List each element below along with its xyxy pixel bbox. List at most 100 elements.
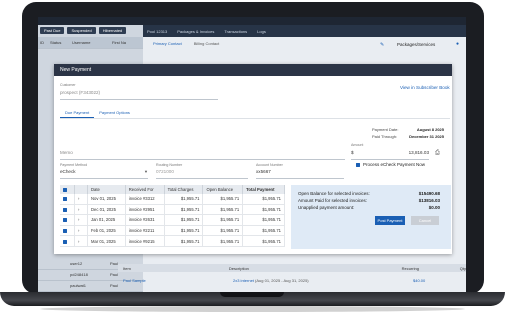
amount-paid-row: Amount Paid for selected invoices: $1381… xyxy=(298,198,440,203)
cell-total-payment[interactable]: $1,955.71 xyxy=(242,235,285,247)
view-subscriber-link[interactable]: View in Subscriber Book xyxy=(400,85,450,90)
cell-received-for: invoice #2211 xyxy=(125,225,165,237)
table-row[interactable]: › Feb 01, 2025 invoice #2211 $1,955.71 $… xyxy=(60,225,285,237)
cell-received-for: invoice #3312 xyxy=(125,194,165,205)
memo-field[interactable]: Memo xyxy=(60,150,345,160)
new-payment-dialog: New Payment Customer prospect (F343022) … xyxy=(54,64,452,254)
amount-value: 13,816.03 xyxy=(408,150,429,155)
package-row[interactable]: Paul Sample 2x3 internet (Aug 01, 2025 -… xyxy=(118,275,466,285)
currency-symbol: $ xyxy=(351,150,354,155)
cell-total-charges: $1,955.71 xyxy=(164,225,204,237)
customer-label: Customer xyxy=(60,83,76,87)
detail-tab-bar: Pool 12313 Packages & Invoices Transacti… xyxy=(143,25,466,37)
amount-label: Amount xyxy=(351,143,364,147)
suspended-button[interactable]: Suspended xyxy=(67,27,96,34)
packages-heading: Packages/Services xyxy=(397,42,436,47)
payment-tabs: Due Payment Payment Options xyxy=(60,108,450,119)
row-checkbox[interactable] xyxy=(60,225,75,237)
account-field[interactable]: xx5667 xyxy=(256,169,344,179)
cancel-button[interactable]: Cancel xyxy=(411,216,439,225)
payment-method-value: eCheck xyxy=(60,169,76,174)
routing-field[interactable]: 0721000 xyxy=(156,169,248,179)
paid-through-label: Paid Through: xyxy=(372,134,398,139)
payment-date-label: Payment Date: xyxy=(372,127,399,132)
cell-total-charges: $1,955.71 xyxy=(164,204,204,216)
calculator-icon[interactable]: ⎙ xyxy=(435,150,440,157)
col-username: Username xyxy=(72,40,91,45)
cell-total-charges: $1,955.71 xyxy=(164,214,204,226)
amount-field[interactable]: $ 13,816.03 xyxy=(351,150,429,160)
payment-summary-panel: Open Balance for selected invoices: $154… xyxy=(291,185,451,249)
cell-total-payment[interactable]: $1,955.71 xyxy=(242,214,285,226)
payment-method-select[interactable]: eCheck ▼ xyxy=(60,169,148,179)
process-echeck-checkbox[interactable]: Process eCheck Payment Now xyxy=(356,162,425,167)
cell-total-payment[interactable]: $1,955.71 xyxy=(242,225,285,237)
tab-billing-contact[interactable]: Billing Contact xyxy=(194,41,220,46)
row-username: user12 xyxy=(70,261,83,266)
add-icon[interactable]: ● xyxy=(456,41,459,47)
app-top-bar xyxy=(38,17,466,25)
row-username: pd248418 xyxy=(70,272,88,277)
col-qty: Qty xyxy=(459,265,466,271)
row-first-name: Paul xyxy=(110,283,119,288)
tab-logs[interactable]: Logs xyxy=(257,29,266,34)
post-payment-button[interactable]: Post Payment xyxy=(375,216,405,225)
tab-payment-options[interactable]: Payment Options xyxy=(94,108,135,118)
cell-date: Mar 01, 2025 xyxy=(87,235,126,247)
chevron-right-icon[interactable]: › xyxy=(74,225,88,237)
chevron-right-icon[interactable]: › xyxy=(74,204,88,216)
col-item: Item xyxy=(123,265,131,271)
row-checkbox[interactable] xyxy=(60,204,75,216)
row-checkbox[interactable] xyxy=(60,194,75,205)
row-first-name: Paul xyxy=(110,272,119,277)
routing-value: 0721000 xyxy=(156,169,174,174)
chevron-right-icon[interactable]: › xyxy=(74,214,88,226)
tab-primary-contact[interactable]: Primary Contact xyxy=(153,41,182,46)
edit-icon[interactable]: ✎ xyxy=(380,42,384,48)
row-checkbox[interactable] xyxy=(60,235,75,247)
chevron-right-icon[interactable]: › xyxy=(74,194,88,205)
chevron-down-icon: ▼ xyxy=(144,169,148,174)
dialog-title: New Payment xyxy=(54,64,452,76)
payment-method-label: Payment Method xyxy=(60,163,88,167)
col-id: ID xyxy=(40,40,44,45)
col-date: Date xyxy=(87,185,126,194)
col-first-name: First Na xyxy=(112,40,126,45)
checkbox-checked-icon xyxy=(356,162,360,167)
tab-due-payment[interactable]: Due Payment xyxy=(60,108,95,118)
unapplied-label: Unapplied payment amount: xyxy=(298,205,355,210)
cell-date: Dec 01, 2025 xyxy=(87,204,126,216)
row-checkbox[interactable] xyxy=(60,214,75,226)
select-all-checkbox[interactable] xyxy=(60,185,75,194)
tab-pool[interactable]: Pool 12313 xyxy=(147,29,167,34)
cell-open-balance: $1,955.71 xyxy=(202,194,244,205)
cell-date: Nov 01, 2025 xyxy=(87,194,126,205)
tab-transactions[interactable]: Transactions xyxy=(224,29,247,34)
package-item: Paul Sample xyxy=(123,277,146,283)
col-total-charges: Total Charges xyxy=(164,185,204,194)
cell-total-payment[interactable]: $1,955.71 xyxy=(242,194,285,205)
table-row[interactable]: › Mar 01, 2025 invoice #9215 $1,955.71 $… xyxy=(60,235,285,247)
filter-buttons: Past Due Suspended Hibernated xyxy=(40,27,127,34)
chevron-right-icon[interactable]: › xyxy=(74,235,88,247)
package-amount: $40.00 xyxy=(413,277,426,283)
col-received-for: Received For xyxy=(125,185,165,194)
open-balance-row: Open Balance for selected invoices: $154… xyxy=(298,191,440,196)
cell-open-balance: $1,955.71 xyxy=(202,214,244,226)
table-row[interactable]: › Jan 01, 2025 invoice #2631 $1,955.71 $… xyxy=(60,214,285,226)
unapplied-row: Unapplied payment amount: $0.00 xyxy=(298,205,440,210)
customer-field[interactable]: prospect (F343022) xyxy=(60,90,218,100)
cell-received-for: invoice #2631 xyxy=(125,214,165,226)
routing-label: Routing Number xyxy=(156,163,183,167)
table-row[interactable]: › Dec 01, 2025 invoice #2951 $1,955.71 $… xyxy=(60,204,285,216)
cell-total-payment[interactable]: $1,955.71 xyxy=(242,204,285,216)
paid-through-value: December 31 2025 xyxy=(409,134,444,139)
cell-date: Feb 01, 2025 xyxy=(87,225,126,237)
package-description: 2x3 internet (Aug 01, 2025 - Aug 31, 202… xyxy=(233,277,309,283)
hibernated-button[interactable]: Hibernated xyxy=(98,27,127,34)
past-due-button[interactable]: Past Due xyxy=(40,27,65,34)
col-total-payment: Total Payment xyxy=(242,185,285,194)
tab-packages-invoices[interactable]: Packages & Invoices xyxy=(177,29,214,34)
unapplied-value: $0.00 xyxy=(428,205,440,210)
table-row[interactable]: › Nov 01, 2025 invoice #3312 $1,955.71 $… xyxy=(60,194,285,205)
